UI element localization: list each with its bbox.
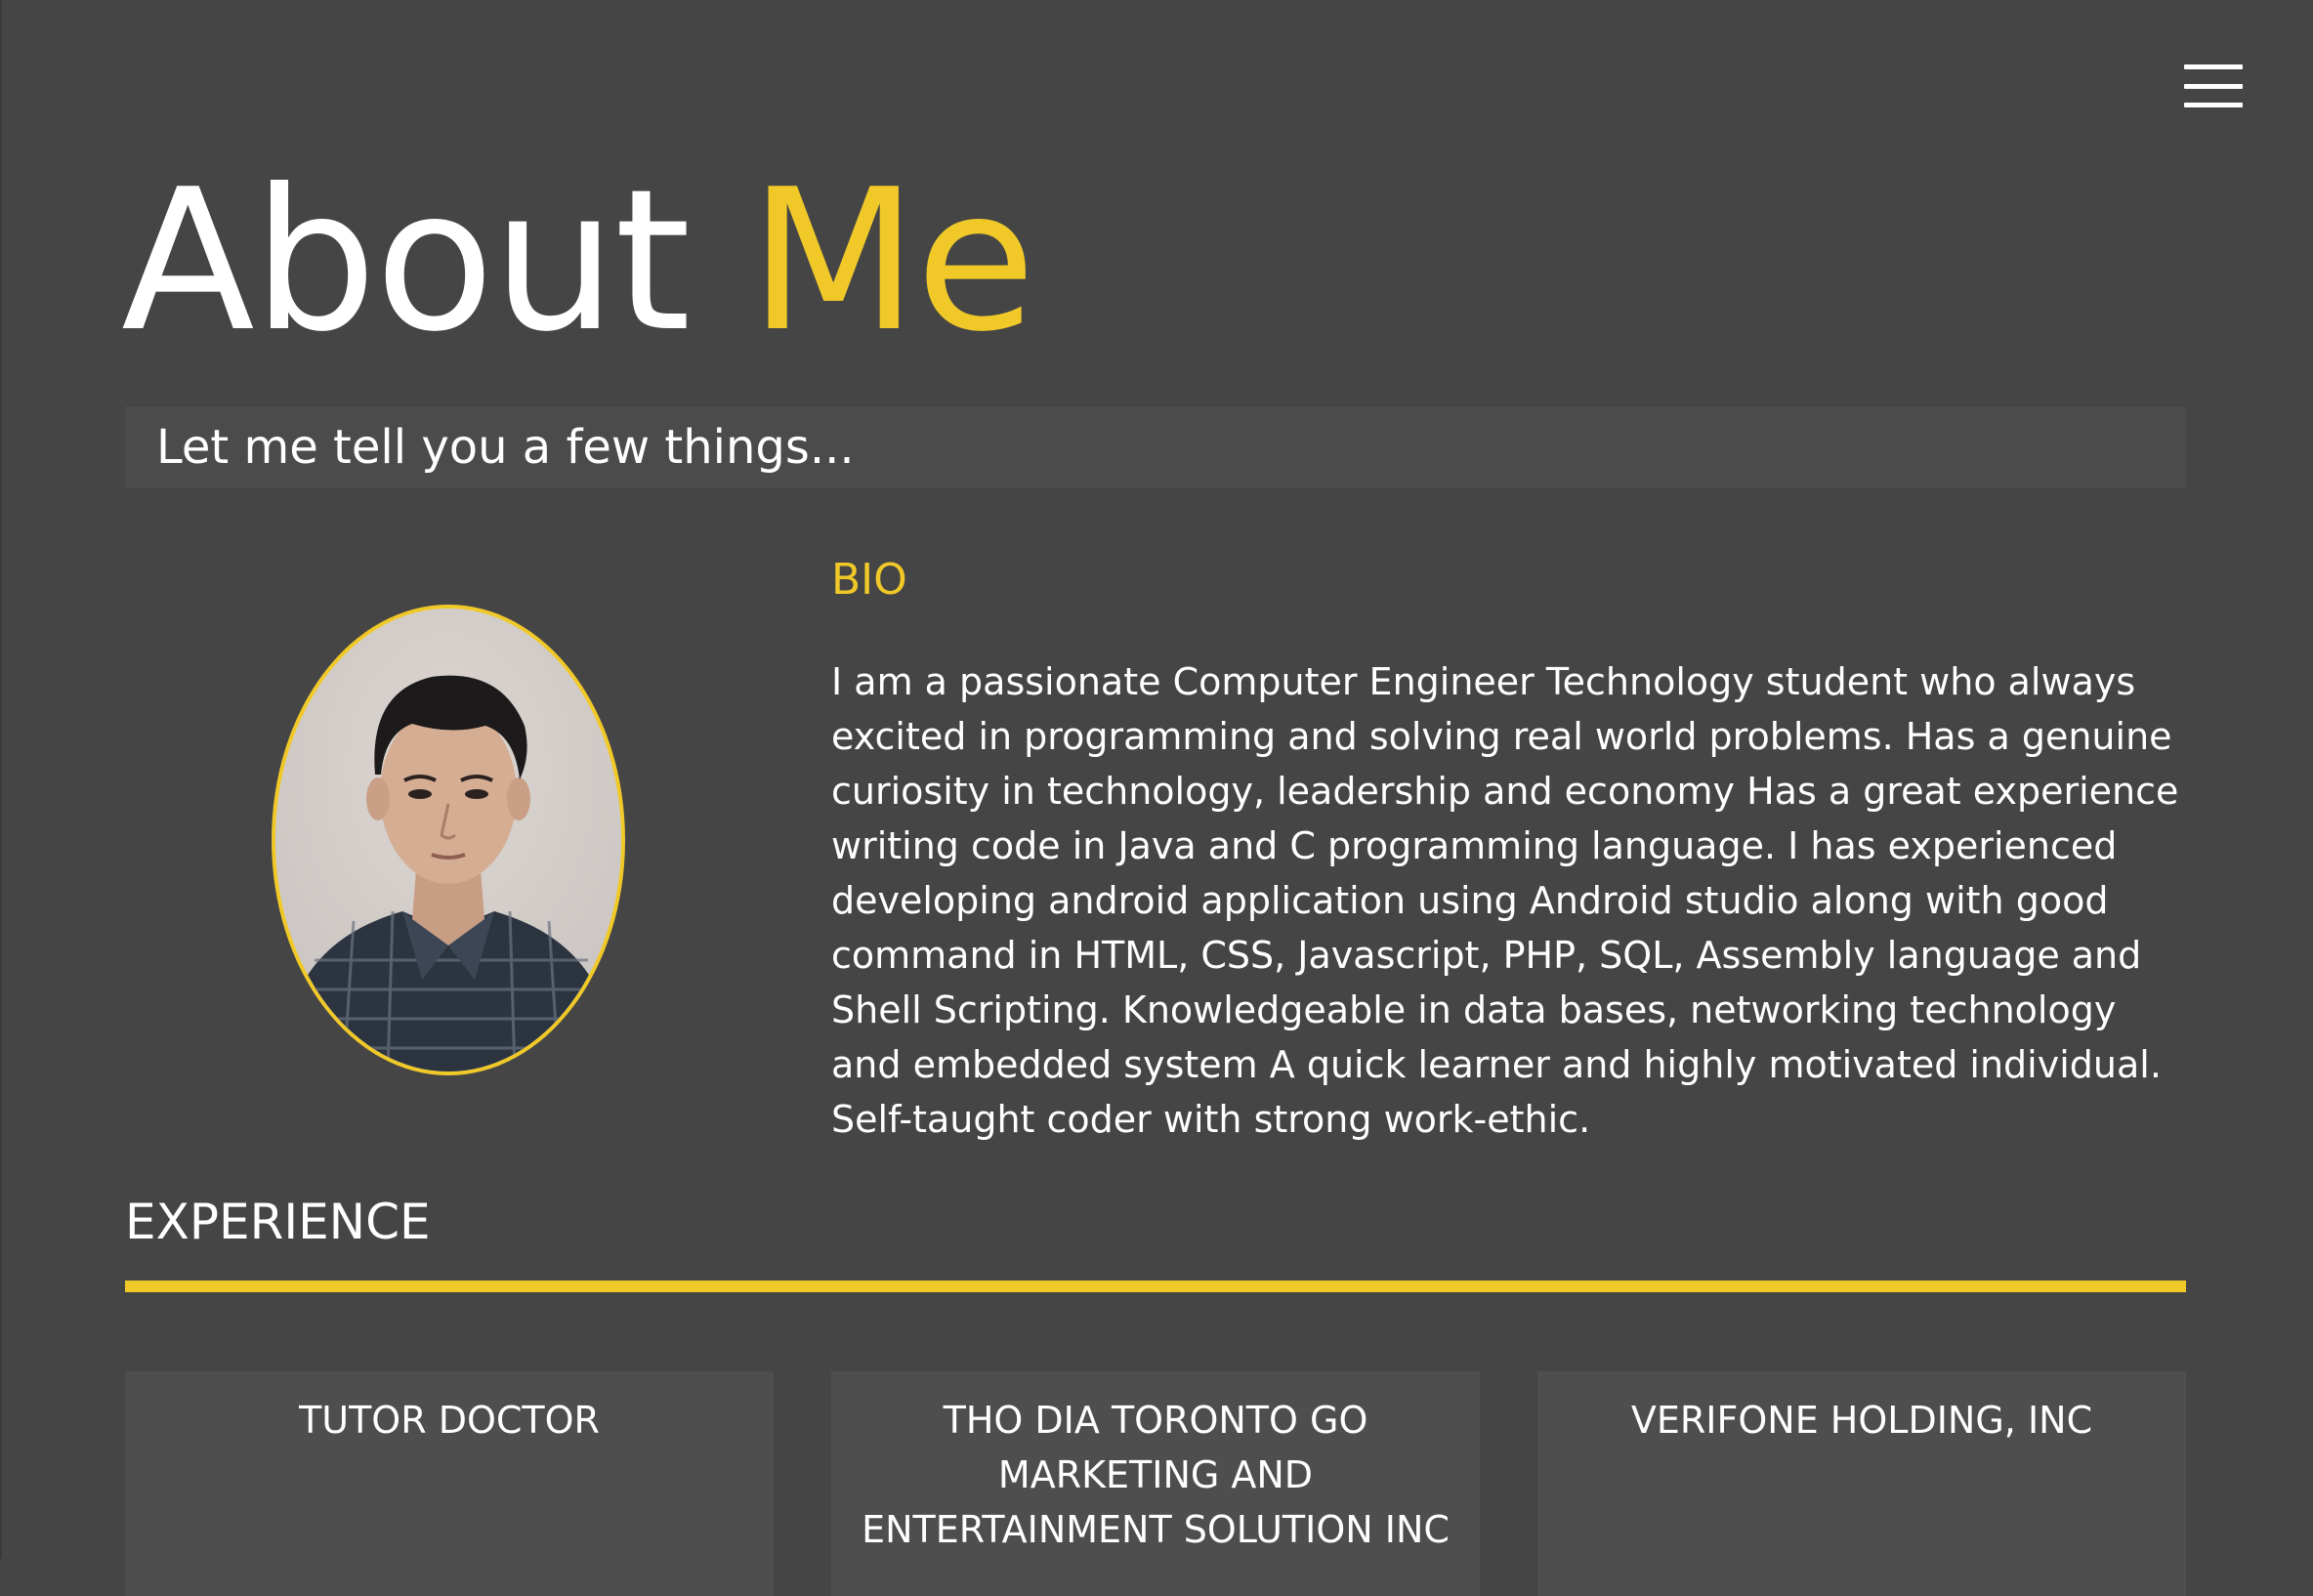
experience-company: TUTOR DOCTOR [299, 1399, 600, 1442]
page-edge [0, 0, 2, 1559]
experience-company: THO DIA TORONTO GO MARKETING AND ENTERTA… [862, 1399, 1450, 1551]
experience-card-tho-dia: THO DIA TORONTO GO MARKETING AND ENTERTA… [831, 1371, 1480, 1596]
portrait-photo [275, 609, 621, 1071]
menu-bar-bottom [2184, 103, 2243, 107]
page-title: About Me [121, 164, 1035, 359]
bio-text: I am a passionate Computer Engineer Tech… [831, 660, 2179, 1141]
experience-cards: TUTOR DOCTOR THO DIA TORONTO GO MARKETIN… [125, 1371, 2186, 1596]
bio-heading: BIO [831, 555, 907, 605]
experience-card-verifone: VERIFONE HOLDING, INC [1537, 1371, 2186, 1596]
intro-text: Let me tell you a few things... [156, 420, 855, 475]
experience-company: VERIFONE HOLDING, INC [1630, 1399, 2093, 1442]
experience-heading: EXPERIENCE [125, 1194, 431, 1250]
avatar [272, 605, 625, 1075]
menu-bar-top [2184, 64, 2243, 69]
menu-bar-middle [2184, 83, 2243, 89]
experience-divider [125, 1281, 2186, 1292]
page-title-accent: Me [748, 147, 1036, 375]
intro-banner: Let me tell you a few things... [125, 406, 2186, 488]
page-title-main: About [121, 147, 691, 375]
experience-card-tutor-doctor: TUTOR DOCTOR [125, 1371, 774, 1596]
hamburger-menu-icon[interactable] [2184, 64, 2243, 107]
